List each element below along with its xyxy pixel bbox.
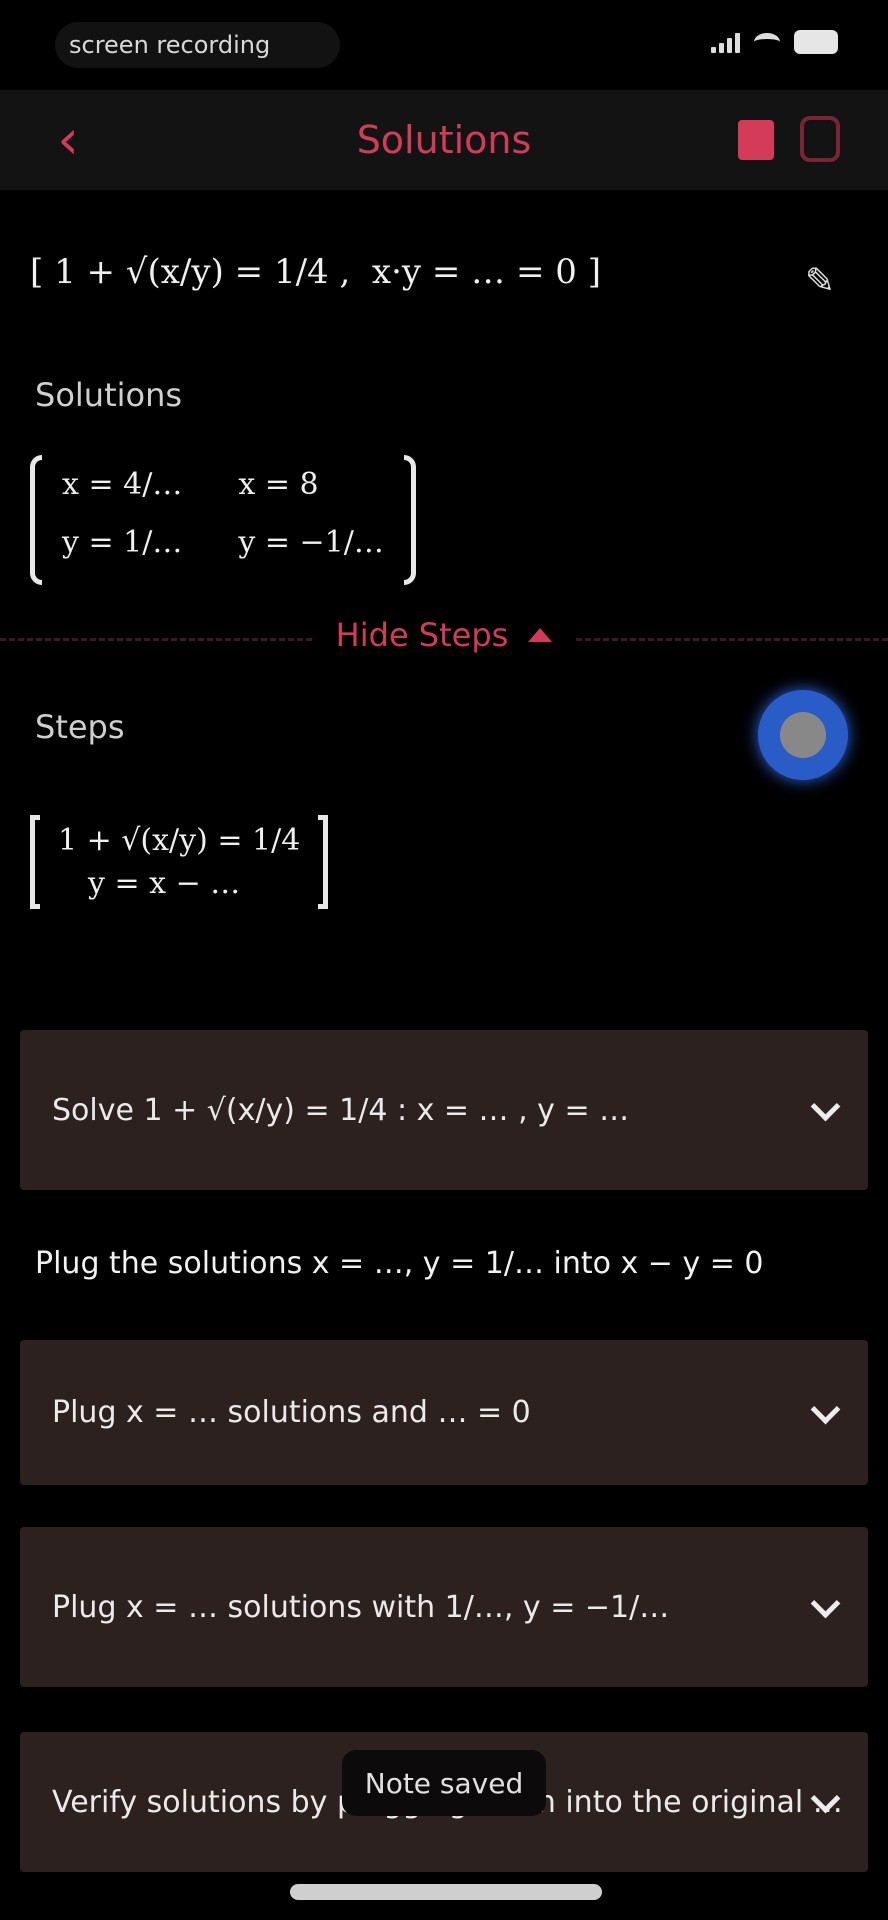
nav-bar: ‹ Solutions	[0, 90, 888, 190]
equation-row: 1 + √(x/y) = 1/4	[58, 823, 301, 858]
step-card-plug-first[interactable]: Plug x = … solutions and … = 0	[20, 1340, 868, 1485]
equation-row: y = x − …	[88, 866, 241, 901]
solution-cell: x = 4/…	[62, 467, 183, 502]
record-button[interactable]	[758, 690, 848, 780]
chevron-down-icon	[810, 1394, 841, 1424]
problem-expression: [ 1 + √(x/y) = 1/4 , x·y = … = 0 ]	[30, 252, 601, 292]
step-text: Plug the solutions x = …, y = 1/… into x…	[35, 1246, 764, 1281]
step-card-solve[interactable]: Solve 1 + √(x/y) = 1/4 : x = … , y = …	[20, 1030, 868, 1190]
toast-text: Note saved	[364, 1766, 524, 1800]
right-bracket	[403, 455, 416, 585]
edit-button[interactable]: ✎	[800, 262, 840, 302]
toast-notification: Note saved	[342, 1750, 546, 1816]
solutions-label: Solutions	[35, 376, 183, 414]
hide-steps-toggle-wrap: Hide Steps	[0, 616, 888, 654]
cellular-signal-icon	[711, 31, 740, 53]
solutions-matrix: x = 4/… x = 8 y = 1/… y = −1/…	[30, 455, 416, 585]
share-button[interactable]	[800, 116, 840, 162]
bookmark-button[interactable]	[738, 120, 774, 160]
solution-cell: x = 8	[238, 467, 319, 502]
caret-up-icon	[528, 628, 553, 642]
home-indicator[interactable]	[290, 1884, 602, 1900]
pencil-icon: ✎	[804, 261, 836, 302]
hide-steps-label: Hide Steps	[335, 616, 509, 654]
status-pill-text: screen recording	[69, 31, 271, 59]
steps-label: Steps	[35, 708, 125, 746]
solutions-cells: x = 4/… x = 8 y = 1/… y = −1/…	[42, 455, 404, 585]
chevron-down-icon	[810, 1588, 841, 1619]
equation-system-rows: 1 + √(x/y) = 1/4 y = x − …	[40, 815, 318, 909]
left-bracket	[30, 815, 40, 909]
solution-cell: y = −1/…	[238, 525, 384, 560]
battery-icon	[794, 30, 838, 54]
step-card-label: Plug x = … solutions with 1/…, y = −1/…	[52, 1589, 670, 1625]
wifi-icon	[754, 33, 780, 51]
step-card-plug-second[interactable]: Plug x = … solutions with 1/…, y = −1/…	[20, 1527, 868, 1687]
status-bar: screen recording	[0, 0, 888, 90]
status-icons	[711, 30, 838, 54]
hide-steps-button[interactable]: Hide Steps	[313, 616, 575, 654]
screen-recording-pill[interactable]: screen recording	[55, 22, 340, 68]
step-card-label: Plug x = … solutions and … = 0	[52, 1395, 531, 1430]
step-card-label: Solve 1 + √(x/y) = 1/4 : x = … , y = …	[52, 1092, 630, 1128]
left-bracket	[30, 455, 42, 585]
chevron-down-icon	[810, 1091, 841, 1122]
right-bracket	[318, 815, 329, 909]
record-icon	[780, 712, 826, 758]
equation-system: 1 + √(x/y) = 1/4 y = x − …	[30, 815, 329, 909]
solution-cell: y = 1/…	[62, 525, 183, 560]
